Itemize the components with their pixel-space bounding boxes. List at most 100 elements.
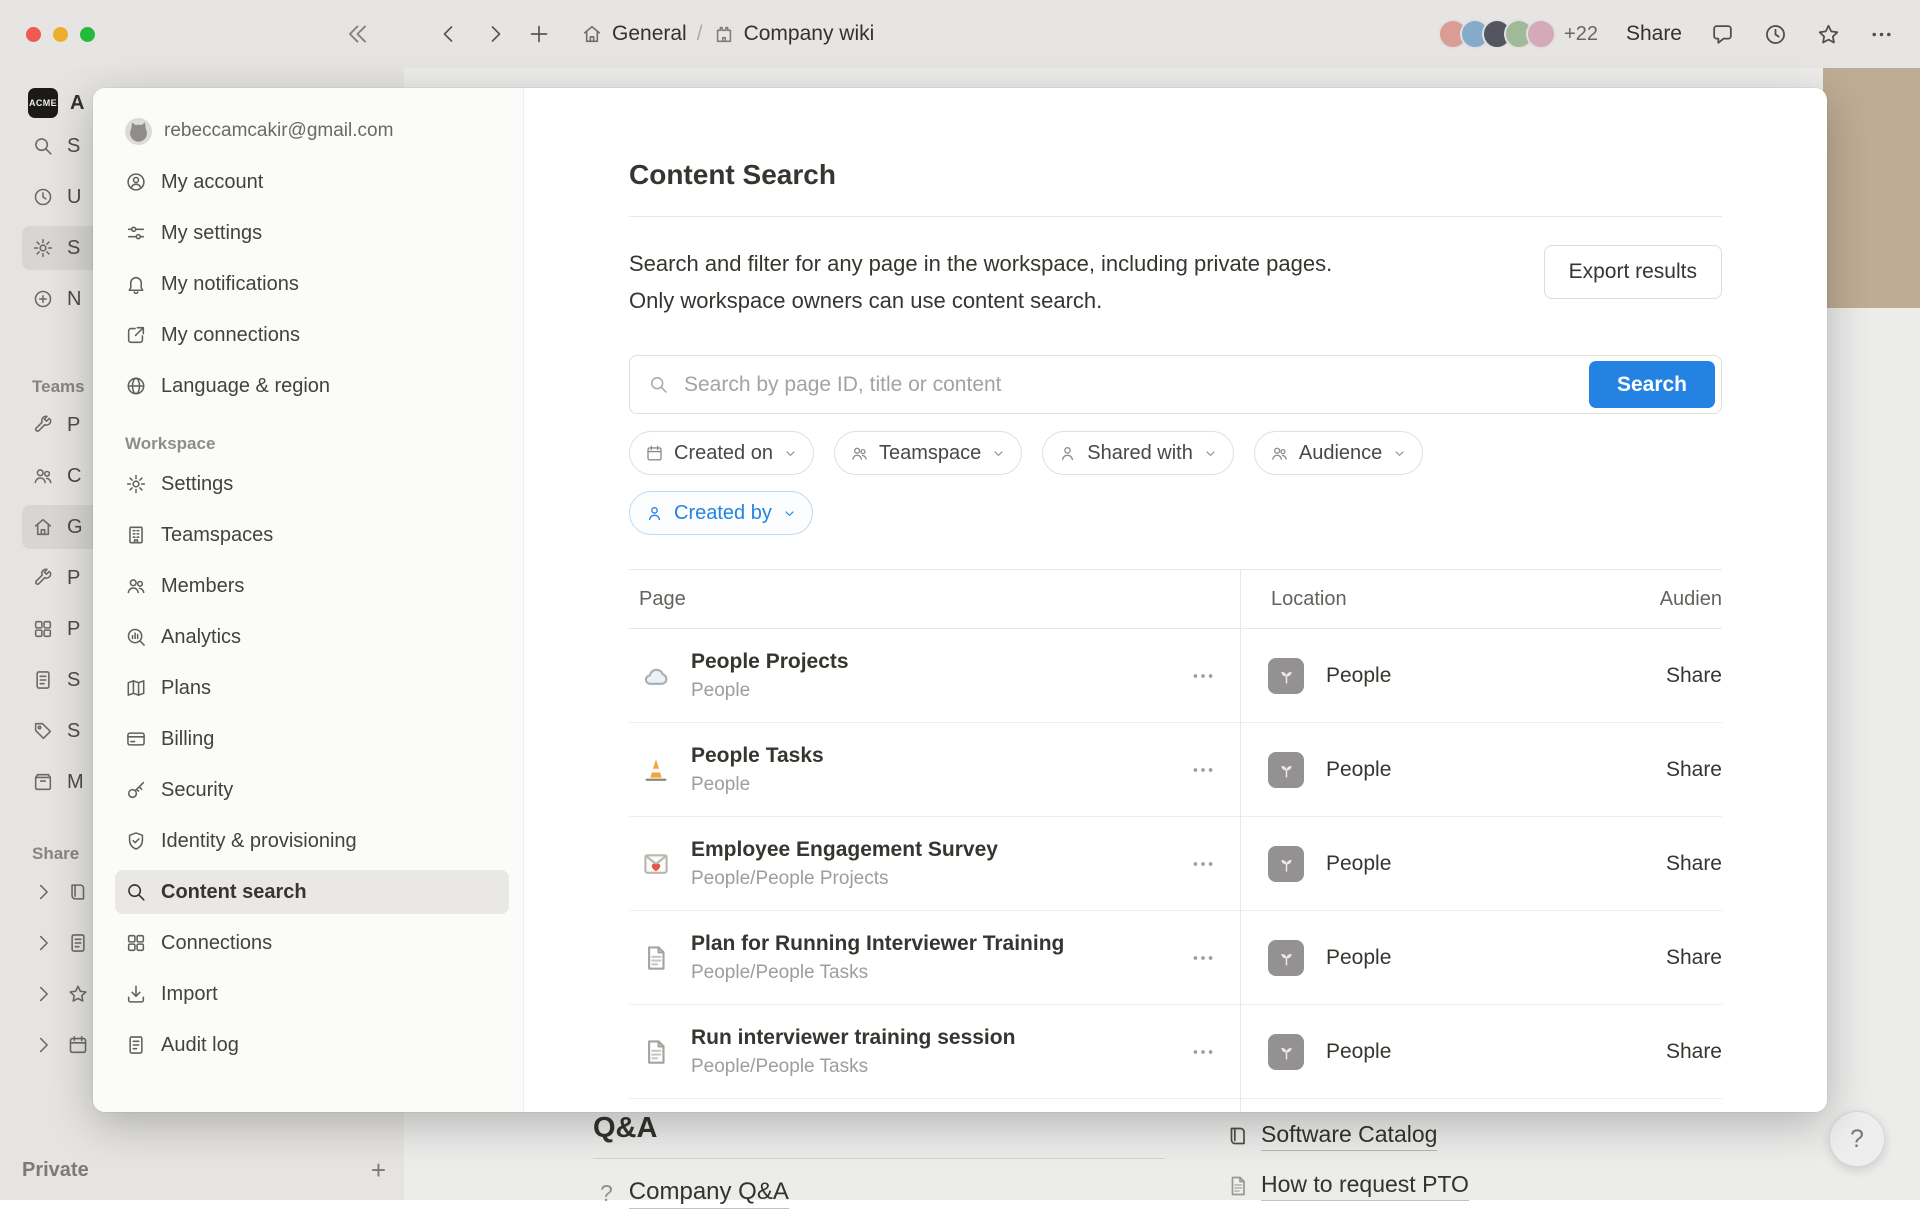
building-icon bbox=[125, 524, 147, 546]
row-audience-value: Share bbox=[1460, 1040, 1722, 1064]
filter-teamspace[interactable]: Teamspace bbox=[834, 431, 1022, 475]
settings-sidebar-item-my-notifications[interactable]: My notifications bbox=[115, 262, 509, 306]
row-page-path: People/People Tasks bbox=[691, 1056, 1190, 1078]
person-icon bbox=[1058, 444, 1077, 463]
table-row[interactable]: Plan for Running Interviewer Training Peo… bbox=[629, 911, 1722, 1005]
row-page-title[interactable]: Plan for Running Interviewer Training bbox=[691, 932, 1190, 956]
row-page-text: Employee Engagement SurveyPeople/People … bbox=[691, 838, 1190, 890]
row-page-cell[interactable]: Employee Engagement SurveyPeople/People … bbox=[629, 838, 1240, 890]
export-results-button[interactable]: Export results bbox=[1544, 245, 1722, 299]
settings-sidebar: rebeccamcakir@gmail.com My account My set… bbox=[93, 88, 524, 1112]
row-actions-icon[interactable] bbox=[1190, 851, 1216, 877]
row-actions-icon[interactable] bbox=[1190, 1039, 1216, 1065]
person-icon bbox=[645, 504, 664, 523]
row-actions-icon[interactable] bbox=[1190, 757, 1216, 783]
settings-item-label: Content search bbox=[161, 881, 307, 904]
chevron-down-icon bbox=[783, 446, 798, 461]
settings-sidebar-item-teamspaces[interactable]: Teamspaces bbox=[115, 513, 509, 557]
settings-sidebar-item-audit-log[interactable]: Audit log bbox=[115, 1023, 509, 1067]
settings-sidebar-item-members[interactable]: Members bbox=[115, 564, 509, 608]
column-header-page: Page bbox=[629, 588, 1240, 611]
bell-icon bbox=[125, 273, 147, 295]
people-icon bbox=[1270, 444, 1289, 463]
settings-sidebar-item-my-settings[interactable]: My settings bbox=[115, 211, 509, 255]
teamspace-icon bbox=[1268, 1034, 1304, 1070]
search-bar: Search bbox=[629, 355, 1722, 414]
row-location-name: People bbox=[1326, 1040, 1391, 1064]
row-page-cell[interactable]: People ProjectsPeople bbox=[629, 650, 1240, 702]
card-icon bbox=[125, 728, 147, 750]
teamspace-icon bbox=[1268, 658, 1304, 694]
settings-item-label: Settings bbox=[161, 473, 233, 496]
row-page-text: People TasksPeople bbox=[691, 744, 1190, 796]
table-row[interactable]: People ProjectsPeoplePeopleShare bbox=[629, 629, 1722, 723]
settings-item-label: Import bbox=[161, 983, 218, 1006]
teamspace-icon bbox=[1268, 752, 1304, 788]
gear-icon bbox=[125, 473, 147, 495]
shield-check-icon bbox=[125, 830, 147, 852]
page-title: Content Search bbox=[629, 158, 1722, 192]
table-row[interactable]: Run interviewer training session People/P… bbox=[629, 1005, 1722, 1099]
settings-sidebar-item-content-search[interactable]: Content search bbox=[115, 870, 509, 914]
row-page-text: Run interviewer training session People/P… bbox=[691, 1026, 1190, 1078]
page-icon bbox=[641, 943, 671, 973]
column-header-audience: Audien bbox=[1460, 588, 1722, 611]
globe-icon bbox=[125, 375, 147, 397]
filter-label: Created on bbox=[674, 442, 773, 465]
settings-sidebar-item-my-connections[interactable]: My connections bbox=[115, 313, 509, 357]
search-input[interactable] bbox=[682, 372, 1589, 398]
page-icon bbox=[641, 1037, 671, 1067]
filter-audience[interactable]: Audience bbox=[1254, 431, 1423, 475]
settings-sidebar-item-import[interactable]: Import bbox=[115, 972, 509, 1016]
settings-item-label: Connections bbox=[161, 932, 272, 955]
row-audience-value: Share bbox=[1460, 946, 1722, 970]
row-location-cell: People bbox=[1240, 846, 1460, 882]
row-audience-value: Share bbox=[1460, 852, 1722, 876]
sprout-icon bbox=[1276, 665, 1297, 686]
filter-created-on[interactable]: Created on bbox=[629, 431, 814, 475]
row-actions-icon[interactable] bbox=[1190, 663, 1216, 689]
account-avatar bbox=[125, 118, 152, 145]
row-location-name: People bbox=[1326, 852, 1391, 876]
settings-item-label: Plans bbox=[161, 677, 211, 700]
settings-sidebar-item-identity-provisioning[interactable]: Identity & provisioning bbox=[115, 819, 509, 863]
row-page-title[interactable]: Employee Engagement Survey bbox=[691, 838, 1190, 862]
settings-sidebar-item-analytics[interactable]: Analytics bbox=[115, 615, 509, 659]
table-row[interactable]: Employee Engagement SurveyPeople/People … bbox=[629, 817, 1722, 911]
row-page-cell[interactable]: Plan for Running Interviewer TrainingPeo… bbox=[629, 932, 1240, 984]
chart-search-icon bbox=[125, 626, 147, 648]
row-page-title[interactable]: Run interviewer training session bbox=[691, 1026, 1190, 1050]
settings-sidebar-item-billing[interactable]: Billing bbox=[115, 717, 509, 761]
table-row[interactable]: People TasksPeoplePeopleShare bbox=[629, 723, 1722, 817]
row-audience-value: Share bbox=[1460, 664, 1722, 688]
settings-sidebar-item-settings[interactable]: Settings bbox=[115, 462, 509, 506]
settings-item-label: Identity & provisioning bbox=[161, 830, 357, 853]
settings-item-label: Language & region bbox=[161, 375, 330, 398]
filter-label: Shared with bbox=[1087, 442, 1193, 465]
account-header: rebeccamcakir@gmail.com bbox=[115, 114, 509, 148]
settings-sidebar-item-my-account[interactable]: My account bbox=[115, 160, 509, 204]
row-page-title[interactable]: People Projects bbox=[691, 650, 1190, 674]
filter-created-by[interactable]: Created by bbox=[629, 491, 813, 535]
row-page-cell[interactable]: Run interviewer training session People/P… bbox=[629, 1026, 1240, 1078]
settings-item-label: Security bbox=[161, 779, 233, 802]
settings-sidebar-item-connections[interactable]: Connections bbox=[115, 921, 509, 965]
settings-item-label: Analytics bbox=[161, 626, 241, 649]
row-page-cell[interactable]: People TasksPeople bbox=[629, 744, 1240, 796]
sprout-icon bbox=[1276, 1041, 1297, 1062]
arrow-out-icon bbox=[125, 324, 147, 346]
row-location-name: People bbox=[1326, 946, 1391, 970]
search-icon bbox=[125, 881, 147, 903]
settings-sidebar-item-plans[interactable]: Plans bbox=[115, 666, 509, 710]
settings-sidebar-item-security[interactable]: Security bbox=[115, 768, 509, 812]
settings-item-label: My account bbox=[161, 171, 263, 194]
search-button[interactable]: Search bbox=[1589, 361, 1715, 408]
filter-shared-with[interactable]: Shared with bbox=[1042, 431, 1234, 475]
row-page-title[interactable]: People Tasks bbox=[691, 744, 1190, 768]
row-actions-icon[interactable] bbox=[1190, 945, 1216, 971]
teamspace-icon bbox=[1268, 846, 1304, 882]
settings-modal: rebeccamcakir@gmail.com My account My set… bbox=[93, 88, 1827, 1112]
account-email: rebeccamcakir@gmail.com bbox=[164, 120, 393, 142]
settings-sidebar-item-language-region[interactable]: Language & region bbox=[115, 364, 509, 408]
row-page-text: People ProjectsPeople bbox=[691, 650, 1190, 702]
